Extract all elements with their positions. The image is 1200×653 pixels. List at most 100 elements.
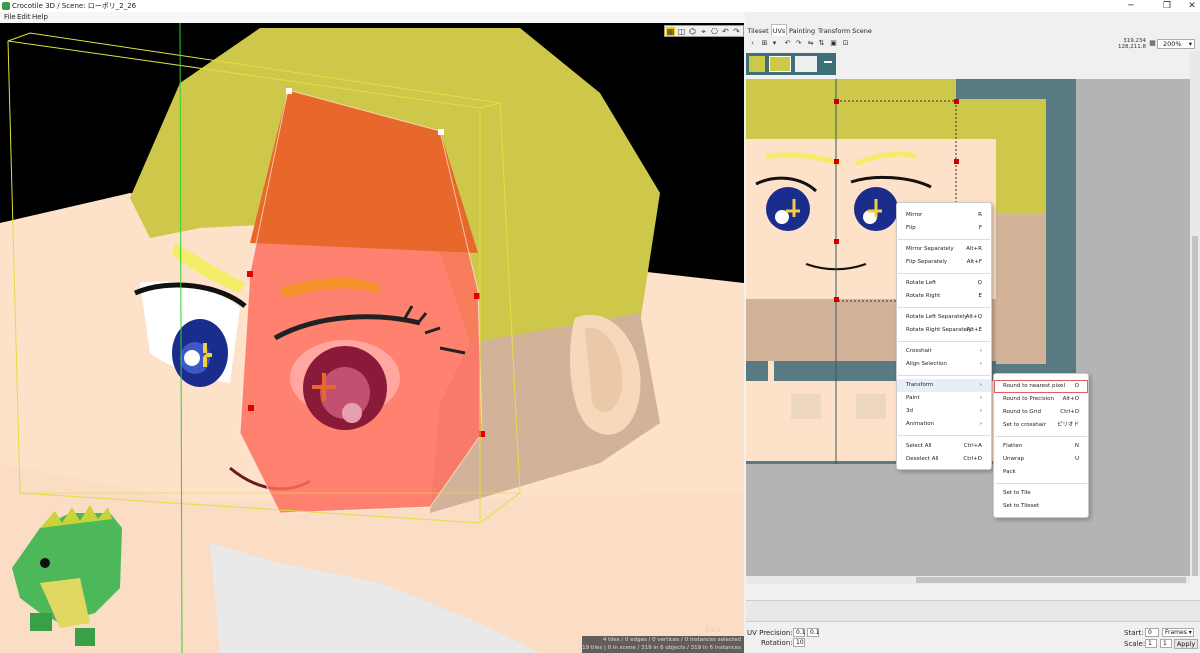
menu-item-rotate-right[interactable]: Rotate Right E — [897, 290, 991, 303]
viewport-status: 4 tiles / 0 edges / 0 vertices / 0 insta… — [578, 636, 744, 653]
rotate-right-icon[interactable]: ↷ — [794, 39, 803, 48]
menu-item-transform[interactable]: Transform › — [897, 379, 991, 392]
minimize-button[interactable]: ─ — [1124, 1, 1138, 11]
scene-status: 119 tiles | 0 in scene / 319 in 6 object… — [578, 645, 741, 651]
menu-item-rotate-right-separately[interactable]: Rotate Right Separately Alt+E — [897, 324, 991, 337]
tab-painting[interactable]: Painting — [788, 24, 815, 36]
menu-item-rotate-left-separately[interactable]: Rotate Left Separately Alt+Q — [897, 311, 991, 324]
menu-item-mirror[interactable]: Mirror R — [897, 209, 991, 222]
menu-item-align-selection[interactable]: Align Selection › — [897, 358, 991, 371]
menu-separator — [898, 341, 990, 342]
maximize-button[interactable]: ❐ — [1160, 1, 1174, 11]
menu-separator — [995, 436, 1087, 437]
view-mode-icon[interactable]: ◫ — [677, 27, 686, 36]
tile-thumb-3[interactable] — [795, 56, 817, 72]
uv-precision-x-field[interactable]: 0.1 — [793, 628, 806, 637]
menu-item-pack[interactable]: Pack — [994, 466, 1088, 479]
scale-label: Scale: — [1124, 640, 1146, 648]
coords-line2: 128,211.8 — [1118, 44, 1146, 50]
animation-panel — [746, 600, 1200, 622]
menu-item-flip-separately[interactable]: Flip Separately Alt+F — [897, 256, 991, 269]
rotate-left-icon[interactable]: ↶ — [783, 39, 792, 48]
back-icon[interactable]: ‹ — [748, 39, 757, 48]
frames-label: Frames — [1165, 629, 1187, 636]
menu-item-3d[interactable]: 3d › — [897, 405, 991, 418]
menu-item-flatten[interactable]: Flatten N — [994, 440, 1088, 453]
tab-transform[interactable]: Transform — [817, 24, 850, 36]
tile-thumb-1[interactable] — [749, 56, 765, 72]
menu-item-set-tileset[interactable]: Set to Tileset — [994, 500, 1088, 513]
uv-vertical-scrollbar[interactable] — [1190, 51, 1200, 576]
uv-context-menu: Mirror R Flip F Mirror Separately Alt+R Fli… — [896, 202, 992, 470]
menu-item-set-tile[interactable]: Set to Tile — [994, 487, 1088, 500]
frames-select[interactable]: Frames ▾ — [1162, 628, 1194, 637]
flip-icon[interactable]: ⇋ — [806, 39, 815, 48]
menu-help[interactable]: Help — [32, 13, 48, 21]
menu-separator — [898, 273, 990, 274]
menu-item-unwrap[interactable]: Unwrap U — [994, 453, 1088, 466]
tile-thumb-2[interactable] — [769, 56, 791, 72]
menu-item-select-all[interactable]: Select All Ctrl+A — [897, 440, 991, 453]
redo-icon[interactable]: ↷ — [732, 27, 741, 36]
tab-scene[interactable]: Scene — [851, 24, 873, 36]
uv-horizontal-scrollbar[interactable] — [746, 576, 1190, 584]
menu-item-mirror-separately[interactable]: Mirror Separately Alt+R — [897, 243, 991, 256]
menu-separator — [995, 483, 1087, 484]
menu-item-rotate-left[interactable]: Rotate Left Q — [897, 277, 991, 290]
menu-item-deselect-all[interactable]: Deselect All Ctrl+D — [897, 453, 991, 466]
zoom-select[interactable]: 200% ▾ — [1157, 39, 1195, 49]
dropdown-icon[interactable]: ▾ — [770, 39, 779, 48]
scale-y-field[interactable]: 1 — [1160, 639, 1172, 648]
tileset-strip[interactable] — [746, 53, 836, 75]
grid-toggle-icon[interactable]: ▦ — [1148, 39, 1157, 48]
start-label: Start: — [1124, 629, 1144, 637]
scale-x-field[interactable]: 1 — [1145, 639, 1157, 648]
uv-coords: 319,234 128,211.8 — [1118, 38, 1146, 50]
grid-icon[interactable]: ⊞ — [760, 39, 769, 48]
menu-separator — [898, 307, 990, 308]
zoom-value: 200% — [1163, 40, 1182, 48]
menu-item-round-grid[interactable]: Round to Grid Ctrl+O — [994, 406, 1088, 419]
menu-file[interactable]: File — [4, 13, 16, 21]
3d-viewport[interactable]: 1:4:1 — [0, 23, 744, 653]
menu-item-flip[interactable]: Flip F — [897, 222, 991, 235]
tab-tileset[interactable]: Tileset — [746, 24, 770, 36]
viewport-toolbar: ▦ ◫ ⌬ ⌖ ⎔ ↶ ↷ — [664, 25, 744, 37]
scroll-thumb[interactable] — [916, 577, 1186, 583]
rotation-field[interactable]: 10 — [793, 638, 805, 647]
window-title: Crocotile 3D / Scene: ローポリ_2_26 — [12, 2, 137, 10]
undo-icon[interactable]: ↶ — [721, 27, 730, 36]
title-bar: Crocotile 3D / Scene: ローポリ_2_26 ─ ❐ ✕ — [0, 0, 1200, 12]
menu-bar: File Edit Help — [0, 12, 745, 23]
selection-status: 4 tiles / 0 edges / 0 vertices / 0 insta… — [602, 637, 741, 643]
app-icon — [2, 2, 10, 10]
grid-mode-icon[interactable]: ▦ — [666, 27, 675, 36]
select-icon[interactable]: ▣ — [829, 39, 838, 48]
edge-mode-icon[interactable]: ⌖ — [699, 27, 708, 36]
menu-item-set-crosshair[interactable]: Set to crosshair ピリオド — [994, 419, 1088, 432]
mirror-icon[interactable]: ⇅ — [817, 39, 826, 48]
menu-item-round-nearest-pixel[interactable]: Round to nearest pixel O — [994, 380, 1088, 393]
menu-separator — [898, 375, 990, 376]
start-field[interactable]: 0 — [1145, 628, 1159, 637]
uv-precision-y-field[interactable]: 0.1 — [807, 628, 820, 637]
chevron-down-icon: ▾ — [1188, 40, 1192, 48]
menu-separator — [898, 435, 990, 436]
apply-button[interactable]: Apply — [1174, 639, 1198, 649]
uv-precision-label: UV Precision: — [747, 629, 793, 637]
menu-item-animation[interactable]: Animation › — [897, 418, 991, 431]
uv-toolbar: ‹ ⊞ ▾ ↶ ↷ ⇋ ⇅ ▣ ⊡ 319,234 128,211.8 ▦ — [746, 37, 1200, 51]
menu-item-crosshair[interactable]: Crosshair › — [897, 345, 991, 358]
menu-item-round-precision[interactable]: Round to Precision Alt+O — [994, 393, 1088, 406]
scene-render — [0, 23, 744, 653]
camera-icon[interactable]: ⎔ — [710, 27, 719, 36]
add-icon[interactable]: ⊡ — [841, 39, 850, 48]
tab-uvs[interactable]: UVs — [771, 24, 787, 36]
menu-edit[interactable]: Edit — [17, 13, 31, 21]
vertex-mode-icon[interactable]: ⌬ — [688, 27, 697, 36]
menu-separator — [898, 239, 990, 240]
collapse-icon[interactable] — [824, 61, 832, 63]
close-button[interactable]: ✕ — [1185, 1, 1199, 11]
menu-item-paint[interactable]: Paint › — [897, 392, 991, 405]
scroll-thumb[interactable] — [1192, 236, 1198, 576]
